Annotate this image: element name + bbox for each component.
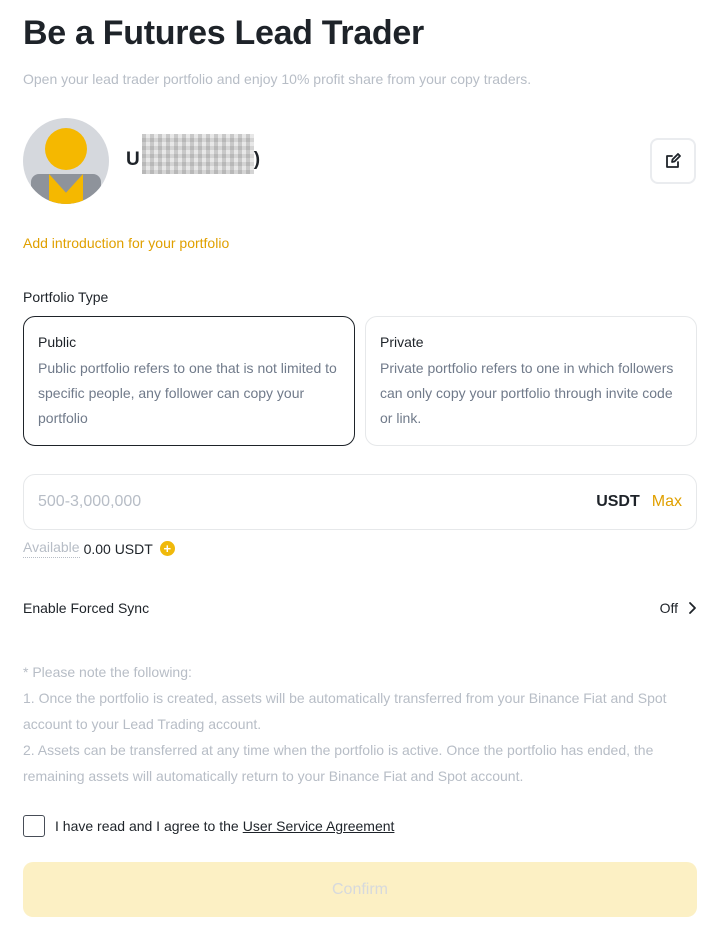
forced-sync-status: Off [660,600,697,616]
private-card-title: Private [380,334,424,350]
amount-input[interactable] [38,493,597,511]
forced-sync-label: Enable Forced Sync [23,600,150,616]
agreement-row: I have read and I agree to the User Serv… [23,815,394,837]
available-label: Available [23,539,80,558]
edit-icon [666,153,681,168]
private-card-description: Private portfolio refers to one in which… [380,360,674,426]
forced-sync-row[interactable]: Enable Forced Sync Off [23,600,697,616]
username: U) [126,134,261,174]
agreement-text: I have read and I agree to the [55,818,239,834]
avatar [23,118,109,204]
public-card-description: Public portfolio refers to one that is n… [38,360,337,426]
username-suffix: ) [253,149,261,171]
portfolio-type-public-card[interactable]: Public Public portfolio refers to one th… [23,316,355,446]
chevron-right-icon [689,602,696,614]
public-card-title: Public [38,334,77,350]
notes-section: * Please note the following: 1. Once the… [23,659,703,789]
note-item: 2. Assets can be transferred at any time… [23,742,654,784]
edit-profile-button[interactable] [650,138,696,184]
amount-unit: USDT [596,493,640,510]
amount-field: USDT Max [23,474,697,530]
plus-circle-icon[interactable]: + [159,541,175,556]
note-item: 1. Once the portfolio is created, assets… [23,690,667,732]
available-balance: Available 0.00 USDT + [23,539,175,558]
forced-sync-value: Off [659,600,678,616]
portfolio-type-label: Portfolio Type [23,289,109,305]
page-title: Be a Futures Lead Trader [23,14,424,52]
avatar-head-shape [45,128,87,170]
username-prefix: U [126,149,140,171]
portfolio-type-private-card[interactable]: Private Private portfolio refers to one … [365,316,697,446]
available-value: 0.00 USDT [83,540,153,557]
username-redacted-blur [141,134,254,174]
add-introduction-link[interactable]: Add introduction for your portfolio [23,235,229,251]
confirm-button[interactable]: Confirm [23,862,697,917]
page-subtitle: Open your lead trader portfolio and enjo… [23,71,532,87]
notes-heading: * Please note the following: [23,664,192,680]
max-button[interactable]: Max [652,493,682,511]
user-service-agreement-link[interactable]: User Service Agreement [243,818,395,834]
agreement-checkbox[interactable] [23,815,45,837]
